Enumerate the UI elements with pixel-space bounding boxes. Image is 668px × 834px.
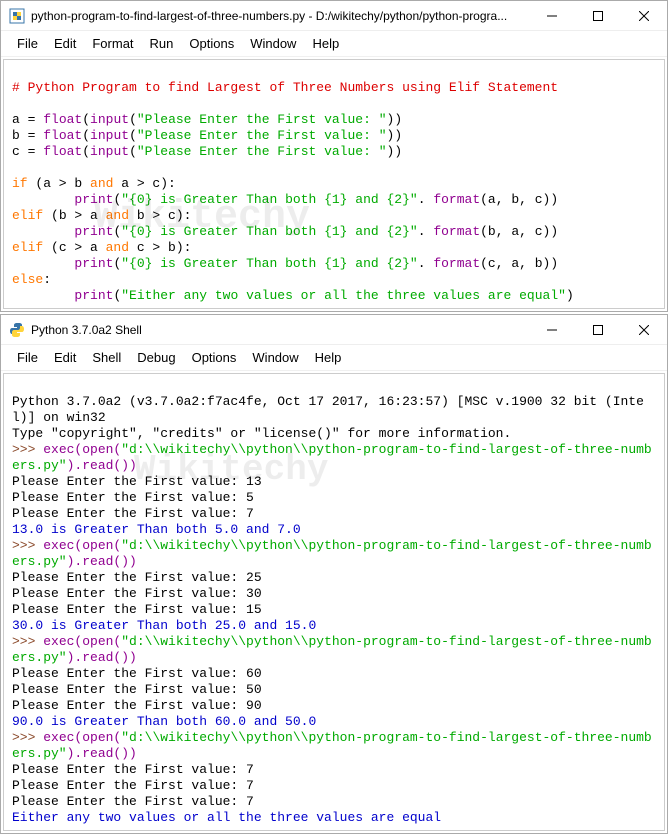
shell-menubar: File Edit Shell Debug Options Window Hel… [1,345,667,371]
prompt: >>> [12,538,43,553]
editor-title: python-program-to-find-largest-of-three-… [31,9,529,23]
prompt: >>> [12,634,43,649]
menu-shell[interactable]: Shell [84,347,129,368]
result-4: Either any two values or all the three v… [12,810,441,825]
menu-run[interactable]: Run [142,33,182,54]
prompt: >>> [12,442,43,457]
shell-output[interactable]: WikitechyPython 3.7.0a2 (v3.7.0a2:f7ac4f… [3,373,665,831]
shell-window-controls [529,315,667,345]
menu-help[interactable]: Help [307,347,350,368]
maximize-button[interactable] [575,1,621,31]
menu-options[interactable]: Options [184,347,245,368]
menu-debug[interactable]: Debug [129,347,183,368]
shell-window: Python 3.7.0a2 Shell File Edit Shell Deb… [0,314,668,834]
minimize-button[interactable] [529,1,575,31]
shell-banner2: Type "copyright", "credits" or "license(… [12,426,511,441]
editor-menubar: File Edit Format Run Options Window Help [1,31,667,57]
menu-edit[interactable]: Edit [46,33,84,54]
menu-window[interactable]: Window [242,33,304,54]
code-editor[interactable]: Wikitechy# Python Program to find Larges… [3,59,665,309]
python-shell-icon [9,322,25,338]
menu-file[interactable]: File [9,33,46,54]
shell-titlebar: Python 3.7.0a2 Shell [1,315,667,345]
menu-file[interactable]: File [9,347,46,368]
editor-window-controls [529,1,667,31]
python-file-icon [9,8,25,24]
result-1: 13.0 is Greater Than both 5.0 and 7.0 [12,522,301,537]
result-3: 90.0 is Greater Than both 60.0 and 50.0 [12,714,316,729]
menu-format[interactable]: Format [84,33,141,54]
close-button[interactable] [621,315,667,345]
result-2: 30.0 is Greater Than both 25.0 and 15.0 [12,618,316,633]
minimize-button[interactable] [529,315,575,345]
menu-window[interactable]: Window [244,347,306,368]
prompt: >>> [12,730,43,745]
shell-title: Python 3.7.0a2 Shell [31,323,529,337]
close-button[interactable] [621,1,667,31]
menu-edit[interactable]: Edit [46,347,84,368]
editor-titlebar: python-program-to-find-largest-of-three-… [1,1,667,31]
menu-options[interactable]: Options [181,33,242,54]
menu-help[interactable]: Help [304,33,347,54]
editor-window: python-program-to-find-largest-of-three-… [0,0,668,312]
shell-banner: Python 3.7.0a2 (v3.7.0a2:f7ac4fe, Oct 17… [12,394,644,425]
maximize-button[interactable] [575,315,621,345]
